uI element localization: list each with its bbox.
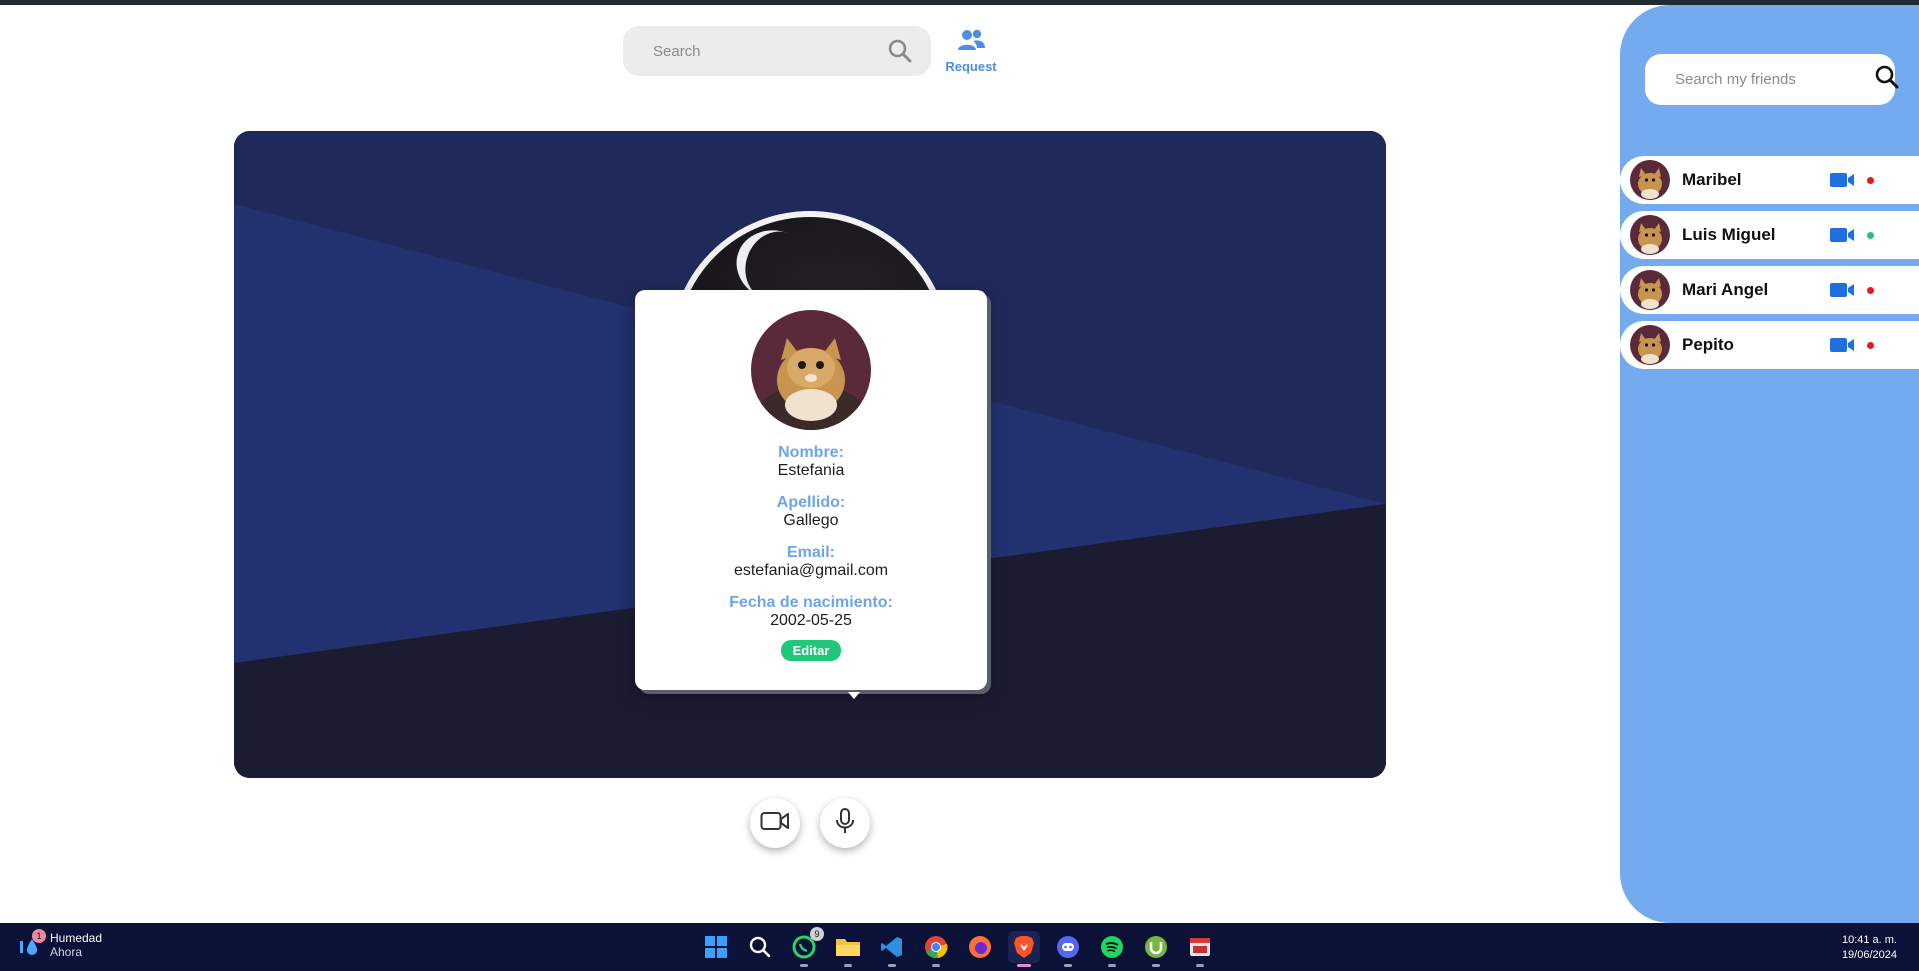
search-icon[interactable] [1874,64,1900,95]
chrome-icon[interactable] [920,931,952,967]
field-value: 2002-05-25 [770,612,852,629]
microphone-icon [835,807,855,840]
field-label: Fecha de nacimiento: [729,594,893,611]
friend-search-bar [1645,54,1899,105]
video-camera-icon [760,810,790,837]
video-call-icon[interactable] [1830,227,1855,243]
system-clock[interactable]: 10:41 a. m. 19/06/2024 [1842,933,1897,963]
friend-search-input[interactable] [1675,71,1874,88]
friend-name: Maribel [1682,170,1742,189]
friend-name: Mari Angel [1682,280,1769,299]
search-input[interactable] [653,42,885,60]
utorrent-icon[interactable] [1140,931,1172,967]
edit-button[interactable]: Editar [780,640,842,661]
friends-sidebar [1620,5,1919,923]
status-dot [1867,176,1874,184]
field-label: Apellido: [776,494,846,511]
windows-start-icon[interactable] [700,931,732,963]
weather-sub: Ahora [50,945,83,959]
status-dot [1867,231,1874,239]
friend-avatar [1630,215,1670,255]
clock-date: 19/06/2024 [1841,949,1897,961]
friend-name: Luis Miguel [1682,225,1776,244]
friend-name: Pepito [1682,335,1734,354]
profile-field-lastname: Apellido: Gallego [635,494,987,530]
field-value: estefania@gmail.com [733,562,889,579]
brave-icon[interactable] [1008,931,1040,967]
weather-widget[interactable]: 1 Humedad Ahora [18,929,103,959]
window-top-bar [0,0,1919,5]
weather-title: Humedad [50,931,103,945]
taskbar: 1 Humedad Ahora 9 10:41 a. m. 19/06/2024 [0,923,1919,971]
users-icon [956,29,986,56]
firefox-icon[interactable] [964,931,996,963]
friend-item[interactable]: Pepito [1620,321,1919,369]
friend-item[interactable]: Maribel [1620,156,1919,204]
status-dot [1867,341,1874,349]
card-pointer [848,692,860,699]
spotify-icon[interactable] [1096,931,1128,967]
friend-item[interactable]: Luis Miguel [1620,211,1919,259]
profile-field-name: Nombre: Estefania [635,444,987,480]
field-value: Estefania [777,462,845,479]
microphone-button[interactable] [820,798,870,848]
search-icon[interactable] [885,36,915,66]
humidity-icon: 1 [18,929,46,959]
file-explorer-icon[interactable] [832,931,864,967]
whatsapp-badge: 9 [810,927,824,941]
profile-field-email: Email: estefania@gmail.com [635,544,987,580]
profile-avatar [751,310,871,430]
video-call-icon[interactable] [1830,337,1855,353]
status-dot [1867,286,1874,294]
field-label: Nombre: [778,444,844,461]
friend-avatar [1630,160,1670,200]
field-label: Email: [786,544,835,561]
video-call-icon[interactable] [1830,282,1855,298]
whatsapp-icon[interactable]: 9 [788,927,824,967]
camera-button[interactable] [750,798,800,848]
app-icon[interactable] [1184,931,1216,967]
vscode-icon[interactable] [876,931,908,967]
weather-badge: 1 [32,929,46,943]
profile-card: Nombre: Estefania Apellido: Gallego Emai… [635,290,987,690]
request-button[interactable]: Request [940,28,1002,74]
taskbar-apps: 9 [700,927,1228,967]
field-value: Gallego [783,512,839,529]
clock-time: 10:41 a. m. [1841,934,1897,946]
friend-avatar [1630,270,1670,310]
discord-icon[interactable] [1052,931,1084,967]
profile-field-birthdate: Fecha de nacimiento: 2002-05-25 [635,594,987,630]
friend-item[interactable]: Mari Angel [1620,266,1919,314]
video-call-icon[interactable] [1830,172,1855,188]
request-label: Request [945,59,997,74]
search-icon[interactable] [744,931,776,963]
friend-avatar [1630,325,1670,365]
search-bar [623,26,931,76]
